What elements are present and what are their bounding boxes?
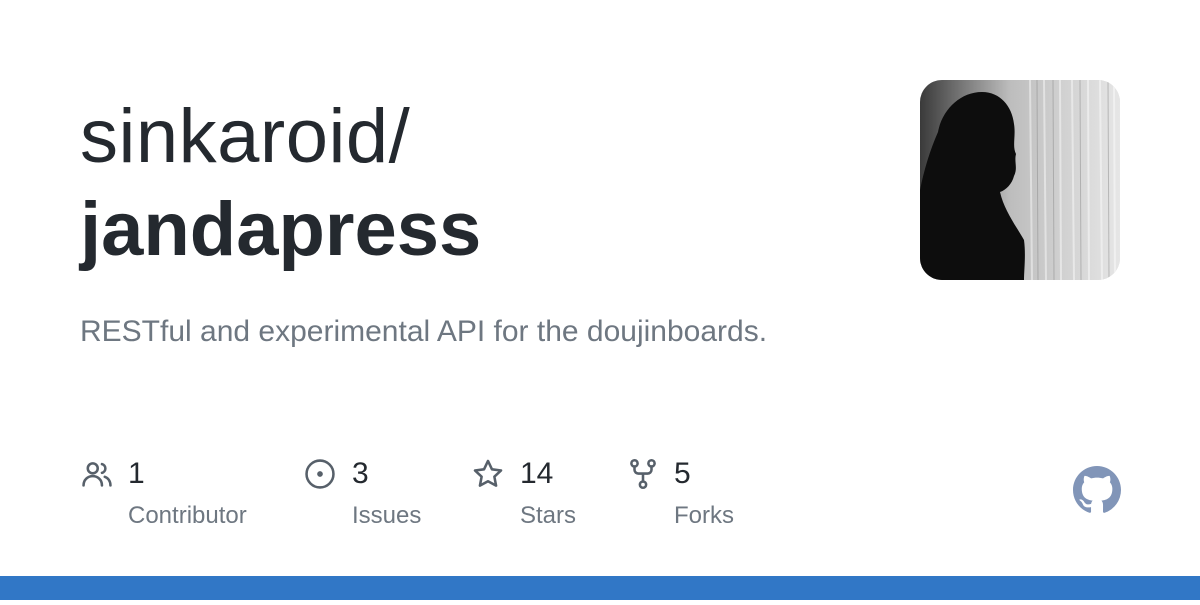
forks-label: Forks	[674, 502, 734, 529]
stars-count: 14	[520, 457, 554, 490]
contributors-count: 1	[128, 457, 145, 490]
issue-opened-icon	[305, 459, 335, 489]
forks-count: 5	[674, 457, 691, 490]
repo-owner[interactable]: sinkaroid/	[80, 92, 410, 182]
repo-description: RESTful and experimental API for the dou…	[80, 315, 768, 348]
people-icon	[82, 462, 112, 487]
repo-forked-icon	[630, 458, 656, 490]
stars-label: Stars	[520, 502, 577, 529]
language-bar-fill	[0, 576, 1200, 600]
issues-label: Issues	[352, 502, 422, 529]
issues-count: 3	[352, 457, 369, 490]
repo-name[interactable]: jandapress	[80, 185, 481, 275]
owner-avatar[interactable]	[920, 80, 1120, 280]
contributors-label: Contributor	[128, 502, 247, 529]
github-mark-icon[interactable]	[1073, 466, 1121, 514]
avatar-image	[920, 80, 1120, 280]
star-icon	[473, 459, 503, 487]
language-bar	[0, 576, 1200, 600]
